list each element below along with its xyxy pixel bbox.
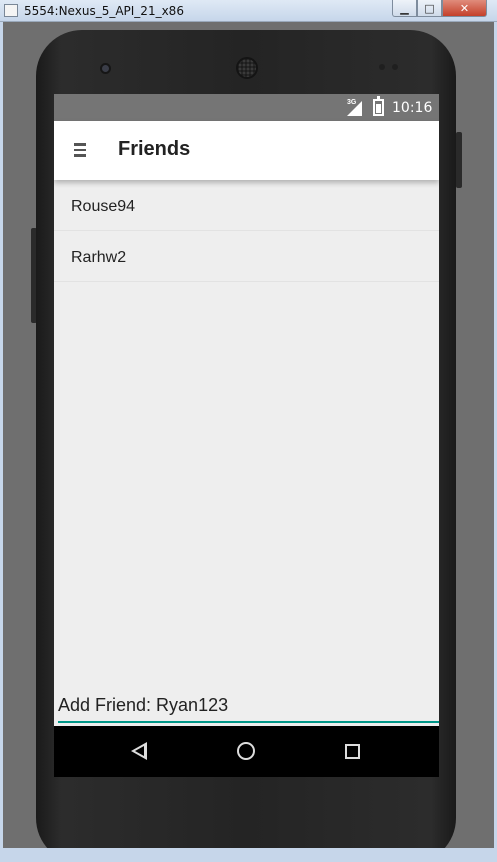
front-camera-icon — [100, 63, 111, 74]
page-title: Friends — [118, 138, 191, 160]
maximize-button[interactable]: □ — [417, 0, 442, 17]
list-item[interactable]: Rarhw2 — [54, 231, 439, 282]
window-title: 5554:Nexus_5_API_21_x86 — [24, 4, 184, 18]
battery-icon — [373, 96, 384, 116]
status-time: 10:16 — [392, 100, 433, 116]
hamburger-menu-icon[interactable] — [74, 143, 86, 157]
friend-name: Rouse94 — [71, 198, 136, 215]
home-icon[interactable] — [237, 742, 255, 760]
window-frame-bottom — [0, 848, 497, 862]
recents-icon[interactable] — [345, 744, 360, 759]
minimize-button[interactable]: ▁ — [392, 0, 417, 17]
list-item[interactable]: Rouse94 — [54, 180, 439, 231]
app-toolbar: Friends — [54, 121, 439, 180]
app-window-icon — [4, 4, 18, 17]
network-type: 3G — [347, 99, 357, 106]
add-friend-input[interactable] — [58, 687, 439, 723]
close-button[interactable]: ✕ — [442, 0, 487, 17]
back-icon[interactable] — [131, 742, 147, 760]
friend-list: Rouse94 Rarhw2 — [54, 180, 439, 282]
power-button[interactable] — [456, 132, 462, 188]
navigation-bar — [54, 726, 439, 777]
earpiece-speaker-icon — [236, 57, 258, 79]
phone-screen: 3G 10:16 Friends Rouse94 Rarhw2 — [54, 94, 439, 777]
friend-name: Rarhw2 — [71, 249, 127, 266]
proximity-sensor — [379, 64, 385, 70]
light-sensor — [392, 64, 398, 70]
window-titlebar: 5554:Nexus_5_API_21_x86 ▁ □ ✕ — [0, 0, 497, 22]
status-bar: 3G 10:16 — [54, 94, 439, 121]
window-frame-left — [0, 22, 3, 862]
